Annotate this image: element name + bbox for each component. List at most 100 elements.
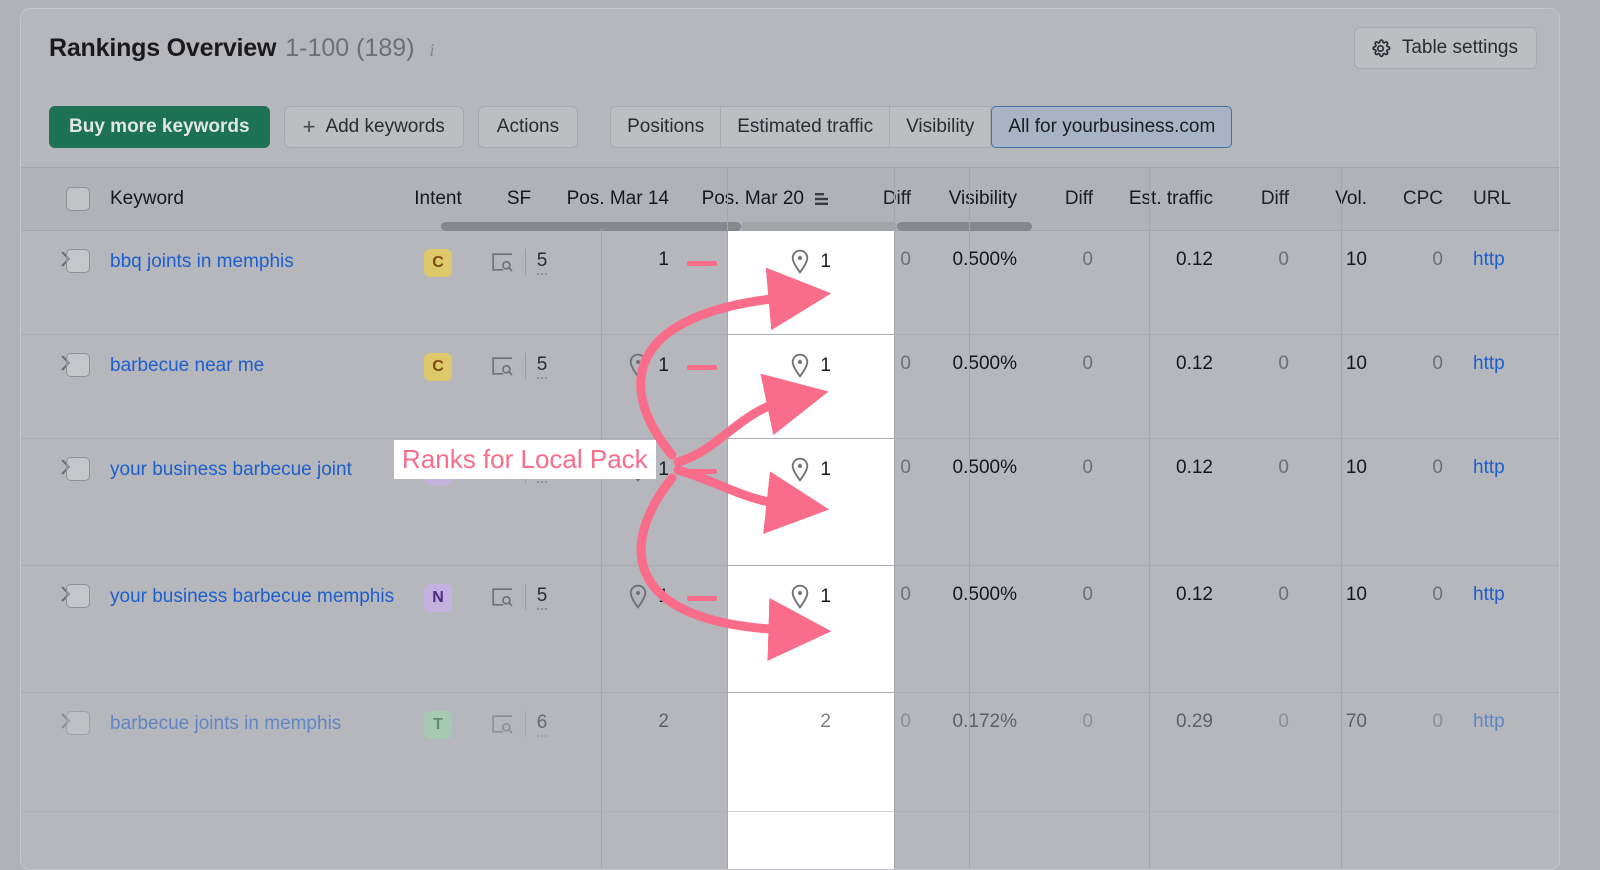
table-row[interactable]: bbq joints in memphis C 5 1 1 0 0.500% 0 0.12 0 10…: [21, 231, 1559, 335]
cpc-cell: 0: [1432, 353, 1443, 374]
table-settings-label: Table settings: [1401, 37, 1518, 58]
url-cell[interactable]: http: [1461, 335, 1551, 375]
header-diff-2[interactable]: Diff: [1035, 188, 1111, 210]
header-pos-prev[interactable]: Pos. Mar 14: [562, 188, 687, 210]
add-keywords-button[interactable]: + Add keywords: [283, 106, 464, 148]
visibility-cell: 0.500%: [952, 353, 1017, 374]
segment-all-for-domain[interactable]: All for yourbusiness.com: [991, 106, 1233, 148]
header-keyword[interactable]: Keyword: [110, 188, 400, 210]
segment-all-for-domain-label: All for yourbusiness.com: [1008, 116, 1216, 137]
row-checkbox[interactable]: [66, 584, 90, 608]
visibility-cell: 0.500%: [952, 457, 1017, 478]
sf-count: 5: [536, 250, 548, 275]
segment-positions[interactable]: Positions: [610, 106, 722, 148]
keyword-link[interactable]: your business barbecue memphis: [110, 586, 394, 607]
header-visibility[interactable]: Visibility: [929, 188, 1035, 210]
row-expander[interactable]: [21, 439, 71, 482]
cpc-cell: 0: [1432, 711, 1443, 732]
horizontal-scrollbar-left[interactable]: [441, 222, 741, 231]
segment-visibility[interactable]: Visibility: [890, 106, 992, 148]
header-intent[interactable]: Intent: [400, 188, 476, 210]
vol-cell: 10: [1345, 249, 1367, 270]
diff-3-cell: 0: [1278, 249, 1289, 270]
header-sf[interactable]: SF: [476, 188, 562, 210]
col-sep-1: [601, 229, 602, 869]
col-sep-2: [727, 167, 728, 869]
intent-badge[interactable]: N: [424, 584, 452, 612]
view-segmented-control: Positions Estimated traffic Visibility A…: [610, 106, 1233, 148]
intent-cell: T: [400, 693, 476, 739]
intent-badge[interactable]: C: [424, 353, 452, 381]
est-traffic-cell: 0.29: [1176, 711, 1213, 732]
pos-prev-value: 1: [658, 585, 669, 607]
keyword-cell: barbecue near me: [110, 335, 400, 379]
row-checkbox[interactable]: [66, 457, 90, 481]
sf-divider: [524, 584, 526, 610]
actions-label: Actions: [496, 116, 560, 137]
row-select-cell: [66, 693, 110, 735]
serp-features-cell[interactable]: 6: [476, 693, 562, 737]
segment-estimated-traffic[interactable]: Estimated traffic: [721, 106, 891, 148]
pos-curr-value: 2: [820, 711, 831, 732]
horizontal-scrollbar-right[interactable]: [897, 222, 1032, 231]
row-expander[interactable]: [21, 335, 71, 378]
header-url[interactable]: URL: [1461, 188, 1551, 210]
intent-badge[interactable]: T: [424, 711, 452, 739]
table-row[interactable]: barbecue joints in memphis T 6 2 2 0 0.172% 0 0.…: [21, 693, 1559, 812]
visibility-cell: 0.172%: [952, 711, 1017, 732]
add-keywords-label: Add keywords: [325, 116, 445, 137]
page-title-text: Rankings Overview: [49, 33, 277, 62]
row-checkbox[interactable]: [66, 711, 90, 735]
serp-features-cell[interactable]: 5: [476, 335, 562, 379]
header-pos-curr[interactable]: Pos. Mar 20: [687, 188, 853, 210]
header-select-all-cell: [66, 187, 110, 211]
keyword-link[interactable]: bbq joints in memphis: [110, 251, 294, 272]
keyword-cell: your business barbecue joint: [110, 439, 400, 483]
serp-features-cell[interactable]: 5: [476, 566, 562, 610]
map-pin-icon: [630, 584, 647, 609]
map-pin-icon: [792, 249, 809, 274]
row-checkbox[interactable]: [66, 353, 90, 377]
url-cell[interactable]: http: [1461, 566, 1551, 606]
keyword-link[interactable]: your business barbecue joint: [110, 459, 352, 480]
keyword-link[interactable]: barbecue near me: [110, 355, 264, 376]
header-diff-1[interactable]: Diff: [853, 188, 929, 210]
keyword-cell: barbecue joints in memphis: [110, 693, 400, 737]
header-cpc[interactable]: CPC: [1385, 188, 1461, 210]
select-all-checkbox[interactable]: [66, 187, 90, 211]
diff-1-cell: 0: [900, 457, 911, 478]
url-cell[interactable]: http: [1461, 439, 1551, 479]
url-cell[interactable]: http: [1461, 231, 1551, 271]
info-icon[interactable]: i: [430, 40, 435, 61]
row-expander[interactable]: [21, 566, 71, 609]
table-settings-button[interactable]: Table settings: [1353, 27, 1537, 69]
diff-2-cell: 0: [1082, 457, 1093, 478]
pos-curr-value: 1: [820, 250, 831, 272]
table-row[interactable]: your business barbecue memphis N 5 1 1 0 0.500…: [21, 566, 1559, 693]
table-row[interactable]: your business barbecue jointN51100.500%0…: [21, 439, 1559, 566]
intent-badge[interactable]: C: [424, 249, 452, 277]
header-est-traffic[interactable]: Est. traffic: [1111, 188, 1231, 210]
horizontal-scrollbar-mid[interactable]: [741, 222, 897, 231]
actions-button[interactable]: Actions: [477, 106, 579, 148]
local-pack-underline: [687, 261, 717, 266]
serp-features-cell[interactable]: 5: [476, 231, 562, 275]
row-expander[interactable]: [21, 693, 71, 736]
table-row[interactable]: barbecue near me C 5 1 1 0 0.500% 0 0.12 0 10 0 http: [21, 335, 1559, 439]
header-diff-3[interactable]: Diff: [1231, 188, 1307, 210]
keyword-link[interactable]: barbecue joints in memphis: [110, 713, 341, 734]
buy-more-keywords-button[interactable]: Buy more keywords: [49, 106, 270, 148]
vol-cell: 10: [1345, 457, 1367, 478]
pos-curr-value: 1: [820, 585, 831, 607]
sort-descending-icon[interactable]: [813, 191, 831, 207]
diff-1-cell: 0: [900, 711, 911, 732]
pos-prev-value: 1: [658, 354, 669, 376]
diff-3-cell: 0: [1278, 584, 1289, 605]
sf-count: 5: [536, 354, 548, 379]
url-cell[interactable]: http: [1461, 693, 1551, 733]
cpc-cell: 0: [1432, 249, 1443, 270]
keyword-cell: your business barbecue memphis: [110, 566, 400, 610]
header-vol[interactable]: Vol.: [1307, 188, 1385, 210]
row-checkbox[interactable]: [66, 249, 90, 273]
row-expander[interactable]: [21, 231, 71, 274]
